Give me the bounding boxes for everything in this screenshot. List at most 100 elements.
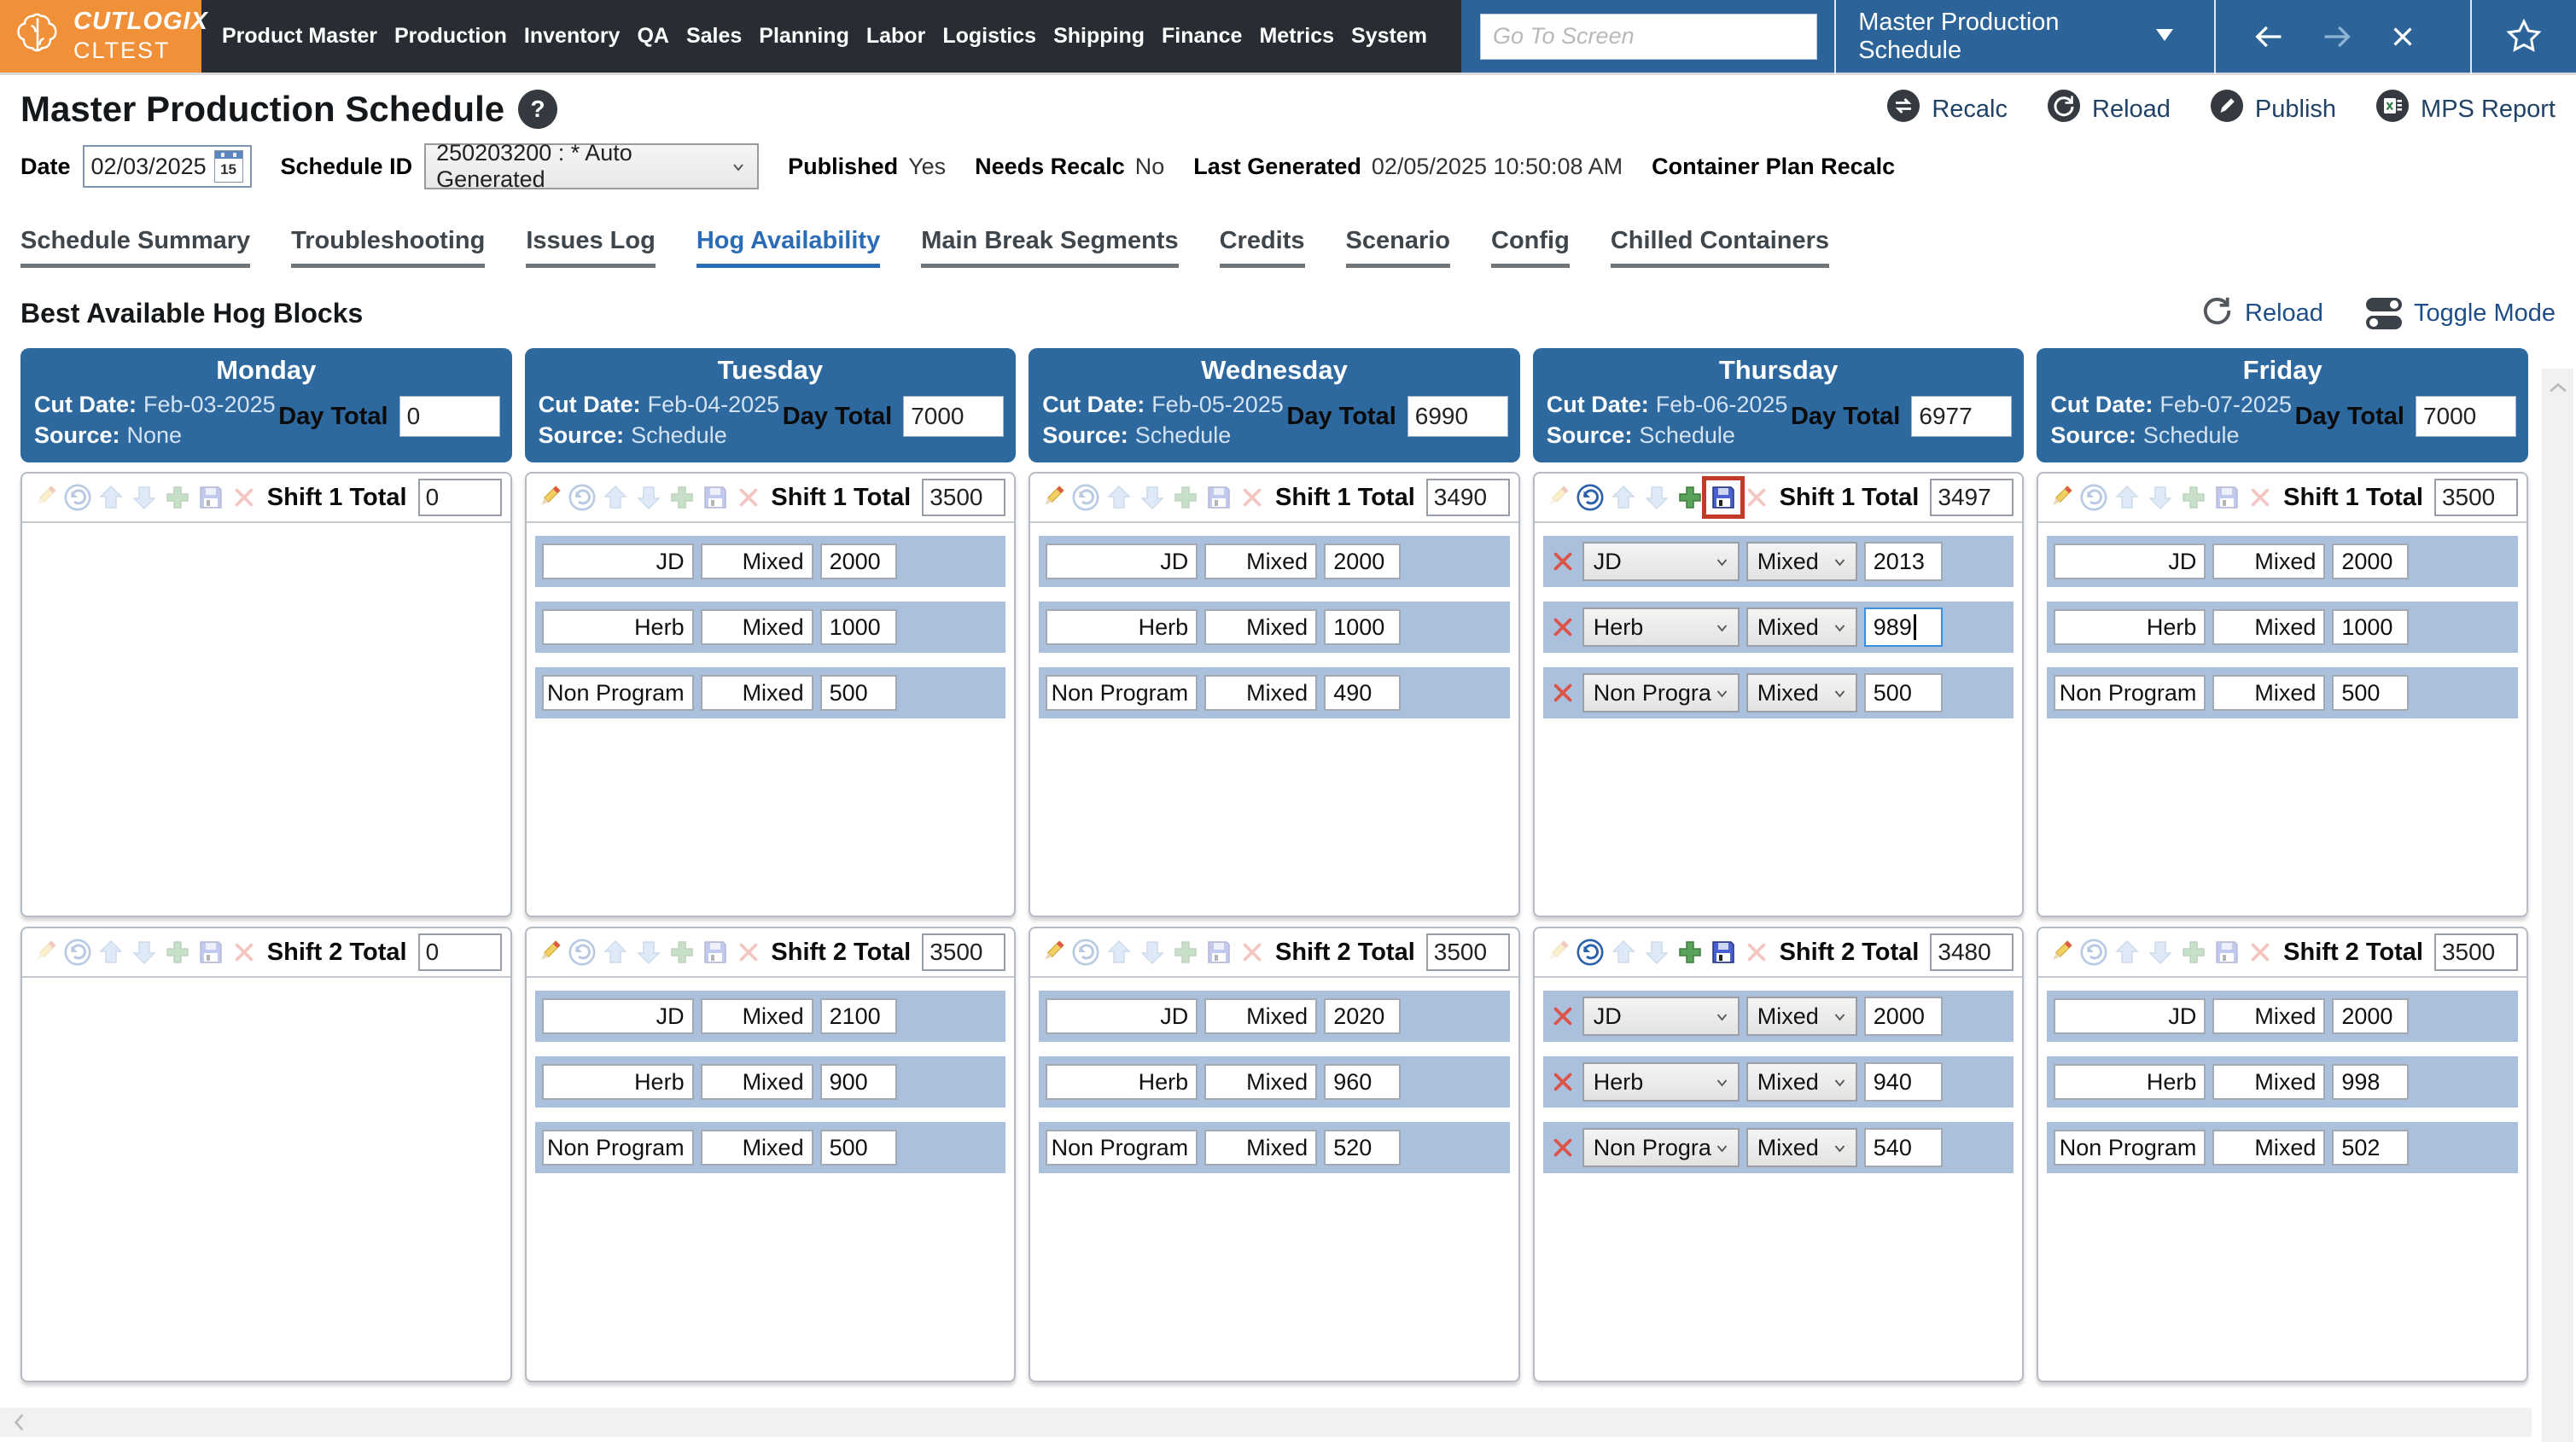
hog-name-field[interactable]: Herb [542,609,694,645]
shift-total-input[interactable]: 3480 [1930,933,2014,971]
hog-type-field[interactable]: Mixed [2212,544,2325,579]
delete-shift-icon[interactable] [230,484,258,511]
hog-type-select[interactable]: Mixed [1746,997,1857,1036]
edit-pencil-icon[interactable] [535,939,562,966]
save-icon[interactable] [2213,484,2241,511]
hog-type-field[interactable]: Mixed [1204,544,1317,579]
edit-pencil-icon[interactable] [1543,484,1571,511]
hog-name-field[interactable]: JD [2054,544,2206,579]
day-total-input[interactable]: 7000 [903,396,1004,437]
edit-pencil-icon[interactable] [2047,484,2074,511]
edit-pencil-icon[interactable] [31,484,58,511]
hog-type-field[interactable]: Mixed [1204,1130,1317,1166]
hog-name-field[interactable]: JD [542,544,694,579]
move-up-icon[interactable] [97,484,125,511]
hog-name-field[interactable]: Non Program [1046,675,1198,711]
hog-type-field[interactable]: Mixed [701,998,813,1034]
hog-type-field[interactable]: Mixed [701,675,813,711]
delete-shift-icon[interactable] [1743,484,1770,511]
move-up-icon[interactable] [97,939,125,966]
hog-type-field[interactable]: Mixed [701,1064,813,1100]
qty-field[interactable]: 900 [820,1064,897,1100]
move-up-icon[interactable] [1610,939,1637,966]
hog-type-field[interactable]: Mixed [701,544,813,579]
edit-pencil-icon[interactable] [1039,484,1066,511]
qty-input[interactable]: 2000 [1864,997,1943,1036]
hog-name-select[interactable]: JD [1582,997,1740,1036]
qty-input[interactable]: 500 [1864,673,1943,712]
undo-icon[interactable] [2080,939,2107,966]
qty-field[interactable]: 2020 [1324,998,1401,1034]
add-row-icon[interactable] [164,484,191,511]
day-total-input[interactable]: 6977 [1911,396,2012,437]
nav-item-inventory[interactable]: Inventory [516,24,629,49]
hog-type-field[interactable]: Mixed [2212,1064,2325,1100]
add-row-icon[interactable] [2180,484,2207,511]
tab-scenario[interactable]: Scenario [1346,227,1451,268]
undo-icon[interactable] [1072,484,1099,511]
day-total-input[interactable]: 7000 [2416,396,2516,437]
shift-total-input[interactable]: 3500 [2434,933,2518,971]
nav-item-production[interactable]: Production [386,24,516,49]
edit-pencil-icon[interactable] [535,484,562,511]
close-icon[interactable] [2388,22,2417,51]
favorite-star-icon[interactable] [2472,17,2576,56]
tab-chilled-containers[interactable]: Chilled Containers [1611,227,1829,268]
tab-schedule-summary[interactable]: Schedule Summary [20,227,250,268]
nav-item-sales[interactable]: Sales [678,24,750,49]
hog-name-field[interactable]: Non Program [1046,1130,1198,1166]
hog-type-field[interactable]: Mixed [2212,675,2325,711]
qty-field[interactable]: 1000 [2332,609,2409,645]
shift-total-input[interactable]: 0 [418,933,502,971]
hog-name-field[interactable]: Non Program [2054,675,2206,711]
edit-pencil-icon[interactable] [1039,939,1066,966]
tab-troubleshooting[interactable]: Troubleshooting [291,227,485,268]
qty-field[interactable]: 2000 [820,544,897,579]
qty-field[interactable]: 490 [1324,675,1401,711]
undo-icon[interactable] [64,484,91,511]
qty-field[interactable]: 2000 [2332,998,2409,1034]
delete-shift-icon[interactable] [1743,939,1770,966]
hog-name-field[interactable]: Non Program [2054,1130,2206,1166]
undo-icon[interactable] [1576,939,1604,966]
hog-type-field[interactable]: Mixed [1204,1064,1317,1100]
qty-field[interactable]: 2000 [1324,544,1401,579]
date-input[interactable]: 02/03/2025 15 [83,145,252,188]
add-row-icon[interactable] [2180,939,2207,966]
calendar-icon[interactable]: 15 [214,150,243,183]
qty-field[interactable]: 1000 [1324,609,1401,645]
move-up-icon[interactable] [2113,484,2141,511]
save-icon[interactable] [1710,939,1737,966]
move-up-icon[interactable] [2113,939,2141,966]
shift-total-input[interactable]: 3500 [2434,479,2518,516]
delete-shift-icon[interactable] [1238,484,1266,511]
back-arrow-icon[interactable] [2252,20,2286,54]
move-up-icon[interactable] [1105,484,1133,511]
hog-type-select[interactable]: Mixed [1746,1062,1857,1102]
nav-item-system[interactable]: System [1343,24,1436,49]
add-row-icon[interactable] [1676,939,1704,966]
move-down-icon[interactable] [131,939,158,966]
delete-row-icon[interactable] [1550,680,1576,706]
move-down-icon[interactable] [1643,484,1670,511]
move-down-icon[interactable] [635,484,662,511]
tab-main-break-segments[interactable]: Main Break Segments [921,227,1178,268]
save-icon[interactable] [197,484,224,511]
qty-input[interactable]: 940 [1864,1062,1943,1102]
nav-item-labor[interactable]: Labor [858,24,934,49]
hog-type-field[interactable]: Mixed [1204,609,1317,645]
save-icon[interactable] [702,939,729,966]
move-up-icon[interactable] [602,939,629,966]
toggle-mode-button[interactable]: Toggle Mode [2366,294,2556,333]
undo-icon[interactable] [568,484,596,511]
delete-shift-icon[interactable] [230,939,258,966]
hog-type-select[interactable]: Mixed [1746,673,1857,712]
delete-shift-icon[interactable] [735,939,762,966]
shift-total-input[interactable]: 3500 [922,933,1005,971]
vertical-scrollbar[interactable] [2542,369,2573,1442]
shift-total-input[interactable]: 3490 [1426,479,1510,516]
tab-hog-availability[interactable]: Hog Availability [696,227,880,268]
screen-selector-dropdown[interactable]: Master Production Schedule [1836,9,2197,65]
hog-name-field[interactable]: Herb [542,1064,694,1100]
recalc-button[interactable]: Recalc [1886,89,2008,130]
